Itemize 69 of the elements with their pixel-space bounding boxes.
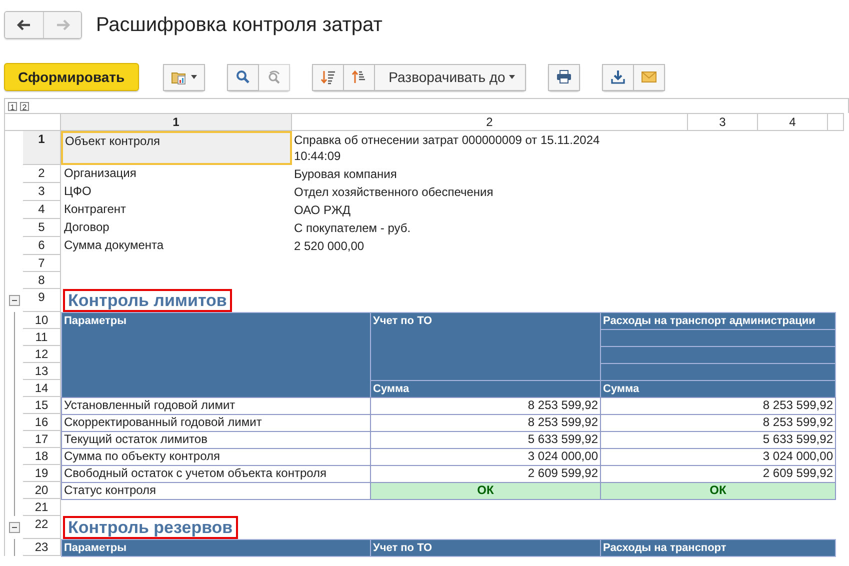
field-label[interactable]: Объект контроля: [61, 131, 292, 165]
column-header: [828, 113, 844, 131]
generate-button[interactable]: Сформировать: [4, 63, 139, 91]
row-number: 22: [23, 516, 61, 539]
printer-icon: [556, 69, 572, 85]
search-next-icon: [266, 69, 282, 85]
outline-level-button[interactable]: 1: [8, 102, 17, 110]
row-number: 3: [23, 183, 61, 201]
collapse-icon[interactable]: [8, 295, 20, 306]
status-cell: ОК: [370, 482, 601, 500]
sort-ascending-icon: [350, 69, 367, 85]
download-icon: [610, 69, 626, 85]
row-number: 8: [23, 272, 61, 289]
row-number: 4: [23, 201, 61, 219]
row-number: 1: [23, 131, 61, 165]
row-number: 5: [23, 219, 61, 237]
print-button[interactable]: [548, 64, 580, 90]
caret-icon: [190, 75, 197, 79]
field-label[interactable]: Договор: [61, 219, 292, 237]
field-value: 2 520 000,00: [293, 238, 366, 255]
sort-descending-button[interactable]: [312, 64, 344, 90]
field-value: Справка об отнесении затрат 000000009 от 15.11.2024 10:44:09: [293, 132, 601, 165]
save-button[interactable]: [602, 64, 634, 90]
outline-level-button[interactable]: 2: [20, 102, 29, 110]
back-button[interactable]: [5, 12, 43, 38]
table-header-cell: Сумма: [600, 380, 836, 398]
collapse-icon[interactable]: [8, 522, 20, 533]
field-value: ОАО РЖД: [293, 202, 352, 219]
table-header-cell: Параметры: [61, 539, 371, 557]
search-button[interactable]: [226, 64, 259, 90]
field-label[interactable]: Сумма документа: [61, 237, 292, 255]
column-header: 4: [758, 113, 828, 131]
table-cell: Установленный годовой лимит: [61, 397, 371, 415]
column-header: 2: [292, 113, 688, 131]
column-header: 1: [61, 113, 292, 131]
table-header-cell: Расходы на транспорт администрации: [600, 312, 836, 330]
row-number: 7: [23, 255, 61, 272]
table-cell: 8 253 599,92: [600, 397, 836, 415]
table-header-cell: Сумма: [370, 380, 601, 398]
column-header: 3: [688, 113, 758, 131]
envelope-icon: [641, 69, 658, 85]
sort-descending-icon: [320, 69, 336, 85]
search-icon: [234, 69, 251, 85]
arrow-left-icon: [16, 17, 32, 33]
window-title: Расшифровка контроля затрат: [96, 14, 382, 36]
field-value: С покупателем - руб.: [293, 220, 412, 237]
table-header-cell: Учет по ТО: [370, 312, 601, 381]
settings-menu-button[interactable]: [162, 64, 205, 90]
field-value: Отдел хозяйственного обеспечения: [293, 184, 494, 201]
table-header-cell: Расходы на транспорт: [600, 539, 836, 557]
row-number: 6: [23, 237, 61, 255]
sort-ascending-button[interactable]: [344, 64, 375, 90]
field-label[interactable]: Организация: [61, 165, 292, 183]
section-title: Контроль резервов: [63, 516, 238, 539]
field-value: Буровая компания: [293, 166, 398, 183]
table-cell: Статус контроля: [61, 482, 371, 500]
row-number: 21: [23, 499, 61, 516]
email-button[interactable]: [634, 64, 666, 90]
table-header-cell: Параметры: [61, 312, 371, 398]
field-label[interactable]: Контрагент: [61, 201, 292, 219]
row-number: 2: [23, 165, 61, 183]
row-number: 9: [23, 289, 61, 312]
status-cell: ОК: [600, 482, 836, 500]
arrow-right-icon: [54, 17, 70, 33]
table-header-cell: Учет по ТО: [370, 539, 601, 557]
caret-icon: [509, 75, 516, 79]
expand-to-dropdown[interactable]: Разворачивать до: [374, 64, 526, 90]
field-label[interactable]: ЦФО: [61, 183, 292, 201]
section-title: Контроль лимитов: [63, 289, 232, 312]
